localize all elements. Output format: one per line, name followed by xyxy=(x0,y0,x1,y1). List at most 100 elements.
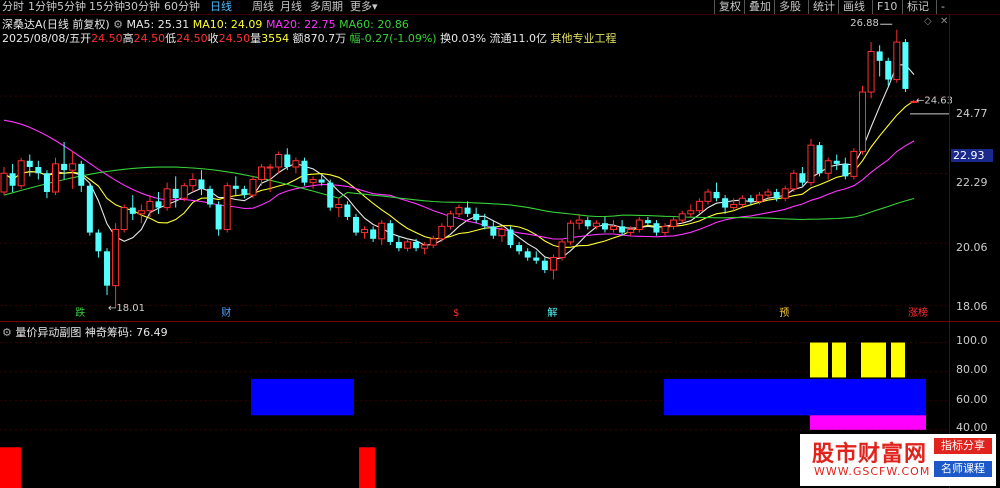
indicator-block-5 xyxy=(891,342,905,378)
candle-body-72 xyxy=(619,226,626,233)
indicator-block-4 xyxy=(861,342,886,378)
candle-body-50 xyxy=(429,238,437,246)
candle-body-87 xyxy=(747,198,754,202)
candle-body-19 xyxy=(163,188,171,209)
candle-body-35 xyxy=(301,160,308,183)
candle-body-63 xyxy=(541,260,548,271)
indicator-tick-3: 60.00 xyxy=(956,393,988,406)
indicator-block-1 xyxy=(664,378,926,416)
period-tab-1[interactable]: 1分钟 xyxy=(28,0,57,14)
period-tab-9[interactable]: 多周期 xyxy=(310,0,343,14)
candle-body-9 xyxy=(78,163,85,186)
watermark-title: 股市财富网 xyxy=(812,441,928,467)
candle-body-1 xyxy=(9,173,16,186)
candle-body-28 xyxy=(241,188,248,196)
candle-body-64 xyxy=(549,257,557,271)
toolbar-button-1[interactable]: 叠加 xyxy=(744,0,775,14)
indicator-block-7 xyxy=(0,447,21,488)
period-tab-3[interactable]: 15分钟 xyxy=(89,0,125,14)
candle-body-3 xyxy=(26,160,33,167)
toolbar-button-4[interactable]: 画线 xyxy=(838,0,869,14)
toolbar-button-5[interactable]: F10 xyxy=(872,0,901,14)
toolbar-button-6[interactable]: 标记 xyxy=(902,0,933,14)
candle-body-105 xyxy=(902,42,909,89)
candle-body-73 xyxy=(627,228,635,234)
candle-body-89 xyxy=(764,191,772,196)
candle-body-40 xyxy=(344,204,351,217)
candle-body-24 xyxy=(207,188,214,205)
candle-body-100 xyxy=(858,91,866,152)
candle-body-69 xyxy=(592,222,600,227)
candle-body-20 xyxy=(172,188,179,199)
candle-body-4 xyxy=(35,167,42,174)
period-tab-8[interactable]: 月线 xyxy=(280,0,302,14)
price-tick-1: 24.77 xyxy=(956,107,988,120)
candle-body-61 xyxy=(524,251,531,258)
toolbar-button-0[interactable]: 复权 xyxy=(714,0,745,14)
candle-body-18 xyxy=(155,201,162,208)
last-marker: ←24.63 - 2 xyxy=(916,95,952,106)
event-label-0: 跌 xyxy=(75,306,85,319)
candle-body-62 xyxy=(533,257,540,261)
candle-body-82 xyxy=(704,191,712,202)
candle-body-53 xyxy=(455,207,463,215)
candle-body-93 xyxy=(799,173,806,183)
candle-body-81 xyxy=(695,200,703,212)
period-tab-6[interactable]: 日线 xyxy=(210,0,232,14)
period-tab-2[interactable]: 5分钟 xyxy=(57,0,86,14)
toolbar-button-3[interactable]: 统计 xyxy=(808,0,839,14)
candle-body-41 xyxy=(352,216,359,233)
candle-body-57 xyxy=(490,226,497,236)
candle-body-77 xyxy=(661,225,669,234)
candle-body-74 xyxy=(635,219,643,230)
candle-body-34 xyxy=(292,160,300,168)
candle-body-104 xyxy=(893,41,901,81)
candle-body-48 xyxy=(413,241,420,249)
candle-body-95 xyxy=(816,145,823,174)
candle-body-65 xyxy=(558,241,566,259)
candle-body-23 xyxy=(198,179,205,189)
ma10-line xyxy=(3,100,915,249)
candle-body-78 xyxy=(670,219,678,227)
candle-body-29 xyxy=(249,178,257,196)
candle-body-75 xyxy=(644,220,651,224)
candle-body-56 xyxy=(481,220,488,227)
candle-body-76 xyxy=(653,223,660,233)
candle-body-2 xyxy=(17,160,25,187)
candle-body-26 xyxy=(223,185,231,230)
candle-body-32 xyxy=(275,154,283,168)
candle-body-0 xyxy=(0,172,8,193)
candle-body-102 xyxy=(876,51,883,61)
candle-body-86 xyxy=(738,197,746,205)
candlestick-chart[interactable]: 26.88 ←18.01 ←24.63 - 2 跌 财 $ 解 预 涨榜 xyxy=(0,14,952,320)
candle-body-11 xyxy=(95,232,102,252)
candle-body-97 xyxy=(833,160,840,164)
candle-body-55 xyxy=(473,213,480,221)
period-tab-5[interactable]: 60分钟 xyxy=(164,0,200,14)
candle-body-14 xyxy=(120,207,128,230)
candle-body-13 xyxy=(112,228,120,287)
ma5-line xyxy=(3,64,915,260)
candle-body-71 xyxy=(610,225,618,230)
watermark-url: WWW.GSCFW.COM xyxy=(814,465,931,478)
candle-body-16 xyxy=(137,210,145,215)
toolbar-button-2[interactable]: 多股 xyxy=(774,0,805,14)
candle-body-45 xyxy=(387,223,394,242)
current-price-tag: 22.93 xyxy=(951,149,993,162)
toolbar-button-7[interactable]: - xyxy=(936,0,949,14)
price-axis-divider xyxy=(949,14,950,324)
indicator-block-6 xyxy=(810,415,926,430)
low-marker: ←18.01 xyxy=(108,303,145,314)
period-tab-4[interactable]: 30分钟 xyxy=(124,0,160,14)
candle-body-94 xyxy=(807,144,815,184)
indicator-tick-4: 40.00 xyxy=(956,421,988,434)
candle-body-92 xyxy=(790,172,798,190)
candle-body-70 xyxy=(601,223,608,230)
candle-body-83 xyxy=(713,191,720,199)
period-tab-0[interactable]: 分时 xyxy=(2,0,24,14)
period-tab-7[interactable]: 周线 xyxy=(252,0,274,14)
event-label-3: 解 xyxy=(547,306,557,319)
candle-body-85 xyxy=(730,203,738,209)
period-tab-10[interactable]: 更多▾ xyxy=(350,0,378,14)
indicator-block-8 xyxy=(359,447,375,488)
